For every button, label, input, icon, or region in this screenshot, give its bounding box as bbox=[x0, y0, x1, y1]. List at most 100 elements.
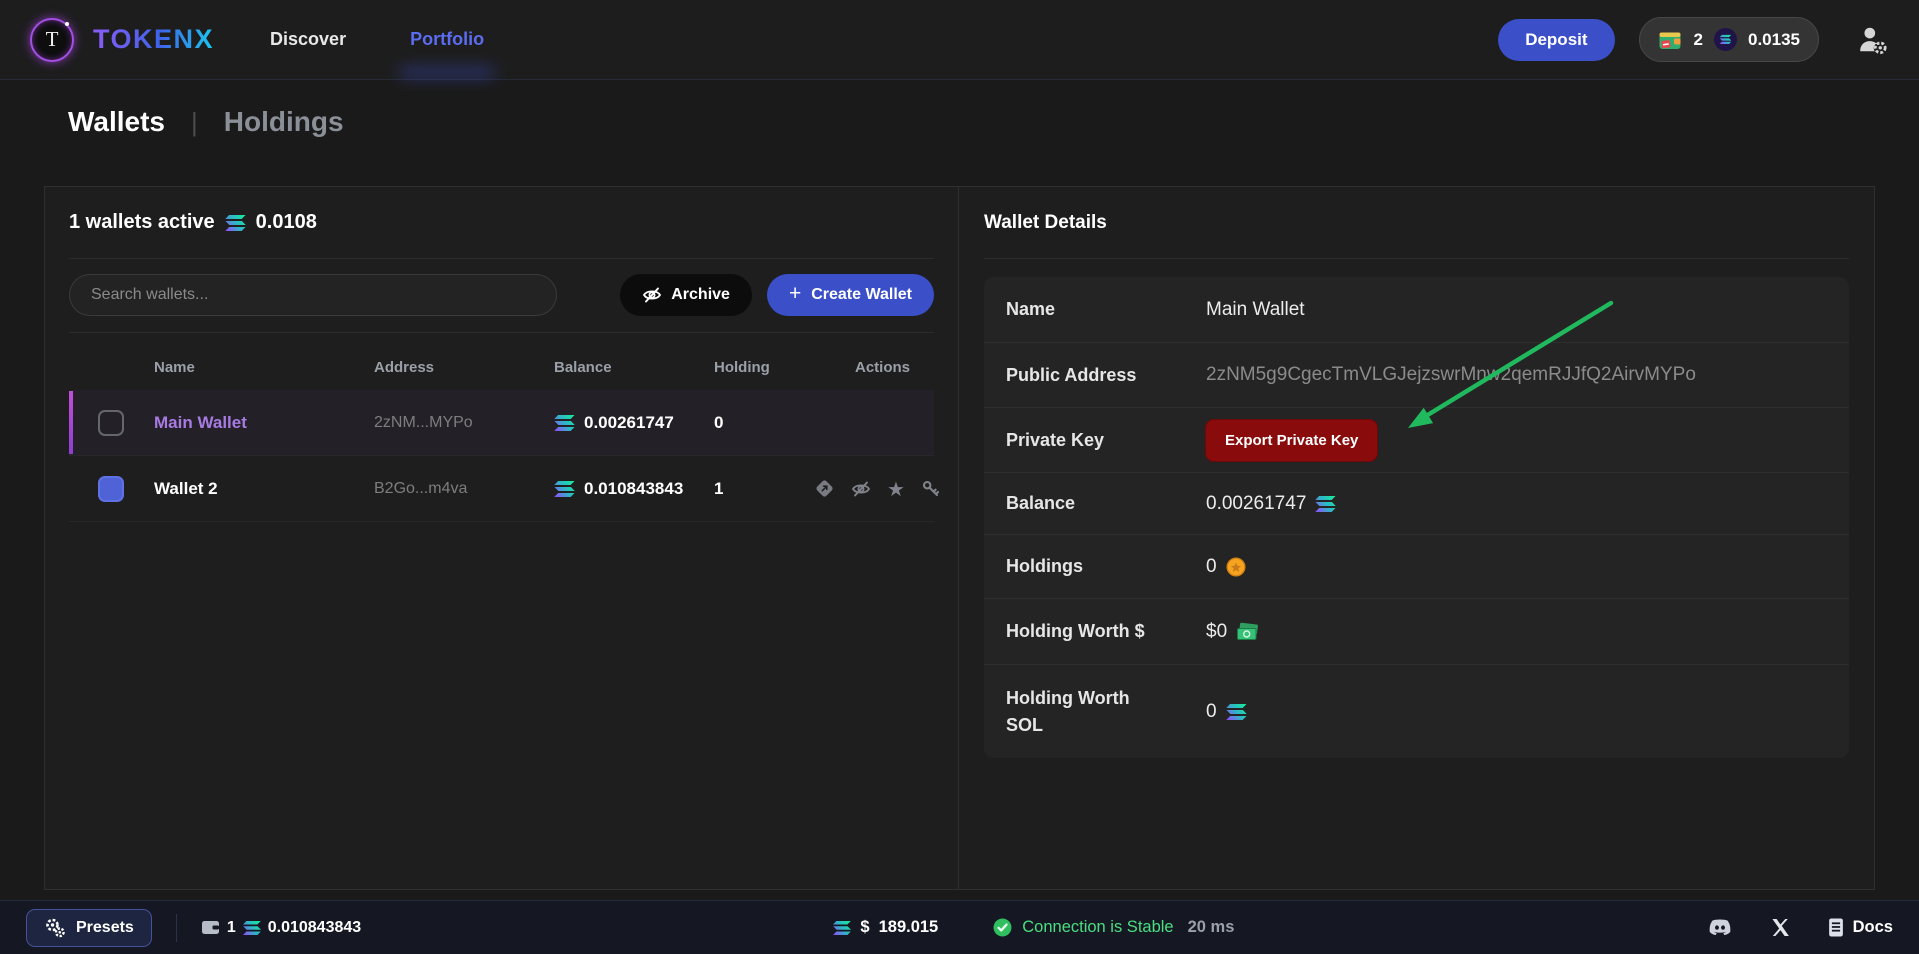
wallets-panel: 1 wallets active 0.0108 Archive + Create… bbox=[45, 187, 959, 889]
docs-icon bbox=[1828, 918, 1844, 937]
sol-icon bbox=[1226, 704, 1247, 720]
nav-discover[interactable]: Discover bbox=[270, 29, 346, 50]
wallet-balance: 0.010843843 bbox=[584, 479, 683, 499]
tab-wallets[interactable]: Wallets bbox=[68, 106, 165, 138]
col-address: Address bbox=[374, 359, 554, 376]
statusbar-wallet-sol: 0.010843843 bbox=[268, 919, 361, 937]
detail-row-holding-worth-sol: Holding Worth SOL 0 bbox=[984, 665, 1849, 758]
public-address-label: Public Address bbox=[1006, 362, 1206, 388]
hide-icon bbox=[642, 285, 662, 305]
col-actions: Actions bbox=[814, 359, 934, 376]
holding-worth-sol-label: Holding Worth SOL bbox=[1006, 685, 1146, 737]
wallet-details-panel: Wallet Details Name Main Wallet Public A… bbox=[959, 187, 1874, 889]
balance-label: Balance bbox=[1006, 490, 1206, 516]
wallet-checkbox[interactable] bbox=[98, 410, 124, 436]
x-twitter-icon[interactable] bbox=[1771, 918, 1790, 937]
sol-icon bbox=[554, 481, 575, 497]
details-title: Wallet Details bbox=[984, 212, 1107, 234]
connection-text: Connection is Stable bbox=[1022, 918, 1173, 937]
statusbar-links: Docs bbox=[1707, 918, 1893, 938]
search-input[interactable] bbox=[69, 274, 557, 316]
statusbar-wallet-count: 1 bbox=[227, 919, 236, 937]
toolbar-buttons: Archive + Create Wallet bbox=[620, 274, 934, 316]
connection-status: Connection is Stable 20 ms bbox=[993, 918, 1234, 937]
statusbar-wallets-summary: 1 0.010843843 bbox=[201, 919, 361, 937]
gears-icon bbox=[44, 917, 66, 939]
holdings-label: Holdings bbox=[1006, 553, 1206, 579]
plus-icon: + bbox=[789, 282, 801, 306]
wallet-name: Wallet 2 bbox=[154, 479, 374, 499]
nav-portfolio[interactable]: Portfolio bbox=[410, 29, 484, 50]
create-wallet-button[interactable]: + Create Wallet bbox=[767, 274, 934, 316]
logo-letter: T bbox=[46, 27, 59, 52]
name-label: Name bbox=[1006, 296, 1206, 322]
public-address-value: 2zNM5g9CgecTmVLGJejzswrMnw2qemRJJfQ2Airv… bbox=[1206, 364, 1696, 386]
wallet-row-wallet-2[interactable]: Wallet 2 B2Go...m4va 0.010843843 1 bbox=[69, 456, 934, 522]
docs-label: Docs bbox=[1853, 918, 1893, 937]
holding-worth-sol-value: 0 bbox=[1206, 701, 1217, 723]
wallet-emoji-icon bbox=[1658, 29, 1683, 50]
wallet-balance: 0.00261747 bbox=[584, 413, 674, 433]
sol-icon bbox=[1315, 496, 1336, 512]
presets-label: Presets bbox=[76, 919, 134, 937]
discord-icon[interactable] bbox=[1707, 918, 1733, 938]
wallet-checkbox[interactable] bbox=[98, 476, 124, 502]
name-value: Main Wallet bbox=[1206, 299, 1305, 321]
sol-icon bbox=[243, 921, 261, 935]
sol-icon bbox=[225, 215, 246, 231]
send-icon[interactable] bbox=[814, 478, 835, 499]
col-name: Name bbox=[154, 359, 374, 376]
detail-row-holding-worth-usd: Holding Worth $ $0 bbox=[984, 599, 1849, 665]
status-bar: Presets 1 0.010843843 $ 189.015 Connecti… bbox=[0, 900, 1919, 954]
detail-row-holdings: Holdings 0 bbox=[984, 535, 1849, 599]
wallet-address: 2zNM...MYPo bbox=[374, 414, 554, 432]
presets-button[interactable]: Presets bbox=[26, 909, 152, 947]
balance-value: 0.00261747 bbox=[1206, 493, 1306, 515]
app-screen: T TOKENX Discover Portfolio Deposit 2 bbox=[0, 0, 1919, 954]
account-settings-icon[interactable] bbox=[1857, 25, 1889, 55]
col-holding: Holding bbox=[714, 359, 814, 376]
brand-title: TOKENX bbox=[93, 24, 214, 55]
export-private-key-button[interactable]: Export Private Key bbox=[1206, 420, 1377, 461]
col-balance: Balance bbox=[554, 359, 714, 376]
wallet-row-main-wallet[interactable]: Main Wallet 2zNM...MYPo 0.00261747 0 bbox=[69, 390, 934, 456]
deposit-button[interactable]: Deposit bbox=[1498, 19, 1614, 61]
active-wallets-text: 1 wallets active bbox=[69, 211, 215, 234]
wallet-sol-amount: 0.0135 bbox=[1748, 30, 1800, 50]
detail-row-balance: Balance 0.00261747 bbox=[984, 473, 1849, 535]
detail-row-public-address: Public Address 2zNM5g9CgecTmVLGJejzswrMn… bbox=[984, 343, 1849, 408]
sol-icon bbox=[554, 415, 575, 431]
main-nav: Discover Portfolio bbox=[270, 29, 484, 50]
price-value: 189.015 bbox=[879, 918, 939, 937]
create-wallet-label: Create Wallet bbox=[811, 286, 912, 304]
favorite-icon[interactable]: ★ bbox=[887, 479, 905, 499]
wallet-address: B2Go...m4va bbox=[374, 480, 554, 498]
holding-worth-usd-value: $0 bbox=[1206, 621, 1227, 643]
key-icon[interactable] bbox=[921, 479, 941, 499]
archive-label: Archive bbox=[671, 286, 730, 304]
wallet-summary-badge[interactable]: 2 0.0135 bbox=[1639, 17, 1819, 62]
navbar-right: Deposit 2 0.0135 bbox=[1498, 17, 1889, 62]
tokenx-logo-icon[interactable]: T bbox=[30, 18, 74, 62]
sol-icon bbox=[833, 921, 851, 935]
money-icon bbox=[1236, 622, 1260, 641]
tab-separator: | bbox=[191, 107, 198, 138]
wallets-toolbar: Archive + Create Wallet bbox=[69, 274, 934, 316]
archive-button[interactable]: Archive bbox=[620, 274, 752, 316]
wallet-holding: 1 bbox=[714, 479, 814, 499]
holding-worth-usd-label: Holding Worth $ bbox=[1006, 618, 1206, 644]
sol-circle-icon bbox=[1714, 28, 1737, 51]
hide-icon[interactable] bbox=[851, 479, 871, 499]
active-wallets-sol: 0.0108 bbox=[256, 211, 317, 234]
sol-price: $ 189.015 bbox=[833, 918, 938, 937]
docs-link[interactable]: Docs bbox=[1828, 918, 1893, 937]
tab-holdings[interactable]: Holdings bbox=[224, 106, 344, 138]
wallet-icon bbox=[201, 920, 220, 935]
wallet-table-header: Name Address Balance Holding Actions bbox=[69, 333, 934, 390]
portfolio-card: 1 wallets active 0.0108 Archive + Create… bbox=[44, 186, 1875, 890]
check-circle-icon bbox=[993, 918, 1012, 937]
details-card: Name Main Wallet Public Address 2zNM5g9C… bbox=[984, 277, 1849, 758]
wallet-count: 2 bbox=[1694, 30, 1703, 50]
divider bbox=[176, 914, 177, 942]
wallet-name: Main Wallet bbox=[154, 413, 374, 433]
